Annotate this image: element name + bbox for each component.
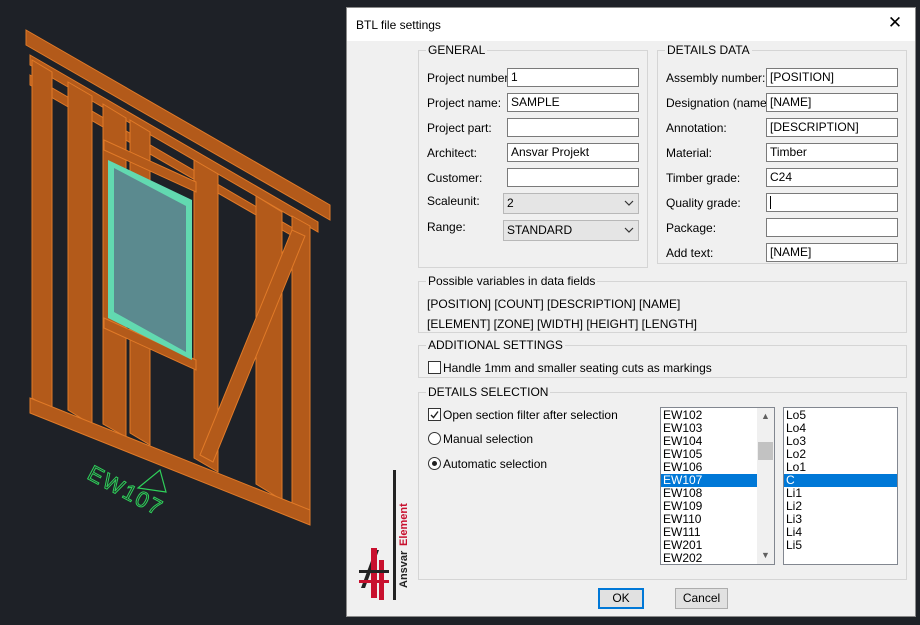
scaleunit-label: Scaleunit: bbox=[427, 194, 480, 208]
ansvar-element-logo: Ansvar Element bbox=[359, 470, 409, 600]
element-list-scrollbar[interactable]: ▲ ▼ bbox=[757, 408, 774, 564]
element-listbox[interactable]: EW102 EW103 EW104 EW105 EW106 EW107 EW108 EW109… bbox=[660, 407, 775, 565]
add-text-field[interactable]: [NAME] bbox=[766, 243, 898, 262]
layer-list-item[interactable]: Li5 bbox=[784, 539, 897, 552]
designation-label: Designation (name): bbox=[666, 96, 775, 110]
checkmark-icon bbox=[430, 411, 439, 419]
project-part-label: Project part: bbox=[427, 121, 492, 135]
add-text-label: Add text: bbox=[666, 246, 714, 260]
assembly-number-label: Assembly number: bbox=[666, 71, 766, 85]
variables-line-1: [POSITION] [COUNT] [DESCRIPTION] [NAME] bbox=[427, 297, 681, 311]
cad-viewport[interactable]: EW107 bbox=[0, 0, 345, 625]
architect-label: Architect: bbox=[427, 146, 478, 160]
close-icon[interactable]: ✕ bbox=[885, 13, 905, 33]
designation-field[interactable]: [NAME] bbox=[766, 93, 898, 112]
project-number-label: Project number: bbox=[427, 71, 512, 85]
range-select[interactable]: STANDARD bbox=[503, 220, 639, 241]
manual-selection-radio[interactable] bbox=[428, 432, 441, 445]
manual-selection-label: Manual selection bbox=[443, 432, 534, 446]
material-label: Material: bbox=[666, 146, 713, 160]
architect-field[interactable]: Ansvar Projekt bbox=[507, 143, 639, 162]
logo-text-ansvar: Ansvar bbox=[398, 550, 409, 588]
handle-seating-cuts-label: Handle 1mm and smaller seating cuts as m… bbox=[443, 361, 712, 375]
additional-title: ADDITIONAL SETTINGS bbox=[426, 338, 565, 352]
package-field[interactable] bbox=[766, 218, 898, 237]
project-name-label: Project name: bbox=[427, 96, 502, 110]
quality-grade-label: Quality grade: bbox=[666, 196, 741, 210]
automatic-selection-label: Automatic selection bbox=[443, 457, 548, 471]
scroll-up-icon[interactable]: ▲ bbox=[757, 408, 774, 425]
project-number-field[interactable]: 1 bbox=[507, 68, 639, 87]
scroll-thumb[interactable] bbox=[758, 442, 773, 460]
open-filter-label: Open section filter after selection bbox=[443, 408, 618, 422]
project-part-field[interactable] bbox=[507, 118, 639, 137]
general-title: GENERAL bbox=[426, 43, 488, 57]
scaleunit-select[interactable]: 2 bbox=[503, 193, 639, 214]
handle-seating-cuts-checkbox[interactable] bbox=[428, 361, 441, 374]
annotation-field[interactable]: [DESCRIPTION] bbox=[766, 118, 898, 137]
material-field[interactable]: Timber bbox=[766, 143, 898, 162]
radio-selected-dot bbox=[432, 461, 437, 466]
cancel-button[interactable]: Cancel bbox=[675, 588, 728, 609]
chevron-down-icon bbox=[624, 227, 634, 233]
chevron-down-icon bbox=[624, 200, 634, 206]
layer-list-items: Lo5 Lo4 Lo3 Lo2 Lo1 C Li1 Li2 Li3 Li4 Li5 bbox=[784, 408, 897, 552]
quality-grade-field[interactable] bbox=[766, 193, 898, 212]
scroll-down-icon[interactable]: ▼ bbox=[757, 547, 774, 564]
btl-settings-dialog: BTL file settings ✕ GENERAL Project numb… bbox=[346, 7, 916, 617]
text-cursor bbox=[770, 196, 771, 210]
ok-button[interactable]: OK bbox=[598, 588, 644, 609]
open-filter-checkbox[interactable] bbox=[428, 408, 441, 421]
range-value: STANDARD bbox=[507, 223, 573, 237]
customer-label: Customer: bbox=[427, 171, 483, 185]
scaleunit-value: 2 bbox=[507, 196, 514, 210]
package-label: Package: bbox=[666, 221, 717, 235]
annotation-label: Annotation: bbox=[666, 121, 727, 135]
variables-line-2: [ELEMENT] [ZONE] [WIDTH] [HEIGHT] [LENGT… bbox=[427, 317, 698, 331]
layer-list-item[interactable]: Lo1 bbox=[784, 461, 897, 474]
variables-title: Possible variables in data fields bbox=[426, 274, 598, 288]
customer-field[interactable] bbox=[507, 168, 639, 187]
details-title: DETAILS DATA bbox=[665, 43, 752, 57]
logo-text-element: Element bbox=[398, 503, 409, 546]
layer-listbox[interactable]: Lo5 Lo4 Lo3 Lo2 Lo1 C Li1 Li2 Li3 Li4 Li5 bbox=[783, 407, 898, 565]
range-label: Range: bbox=[427, 220, 466, 234]
automatic-selection-radio[interactable] bbox=[428, 457, 441, 470]
element-list-item[interactable]: EW202 bbox=[661, 552, 757, 565]
dialog-titlebar[interactable]: BTL file settings ✕ bbox=[347, 8, 915, 41]
assembly-number-field[interactable]: [POSITION] bbox=[766, 68, 898, 87]
dialog-title: BTL file settings bbox=[356, 18, 441, 32]
project-name-field[interactable]: SAMPLE bbox=[507, 93, 639, 112]
selection-title: DETAILS SELECTION bbox=[426, 385, 551, 399]
timber-grade-field[interactable]: C24 bbox=[766, 168, 898, 187]
timber-grade-label: Timber grade: bbox=[666, 171, 741, 185]
